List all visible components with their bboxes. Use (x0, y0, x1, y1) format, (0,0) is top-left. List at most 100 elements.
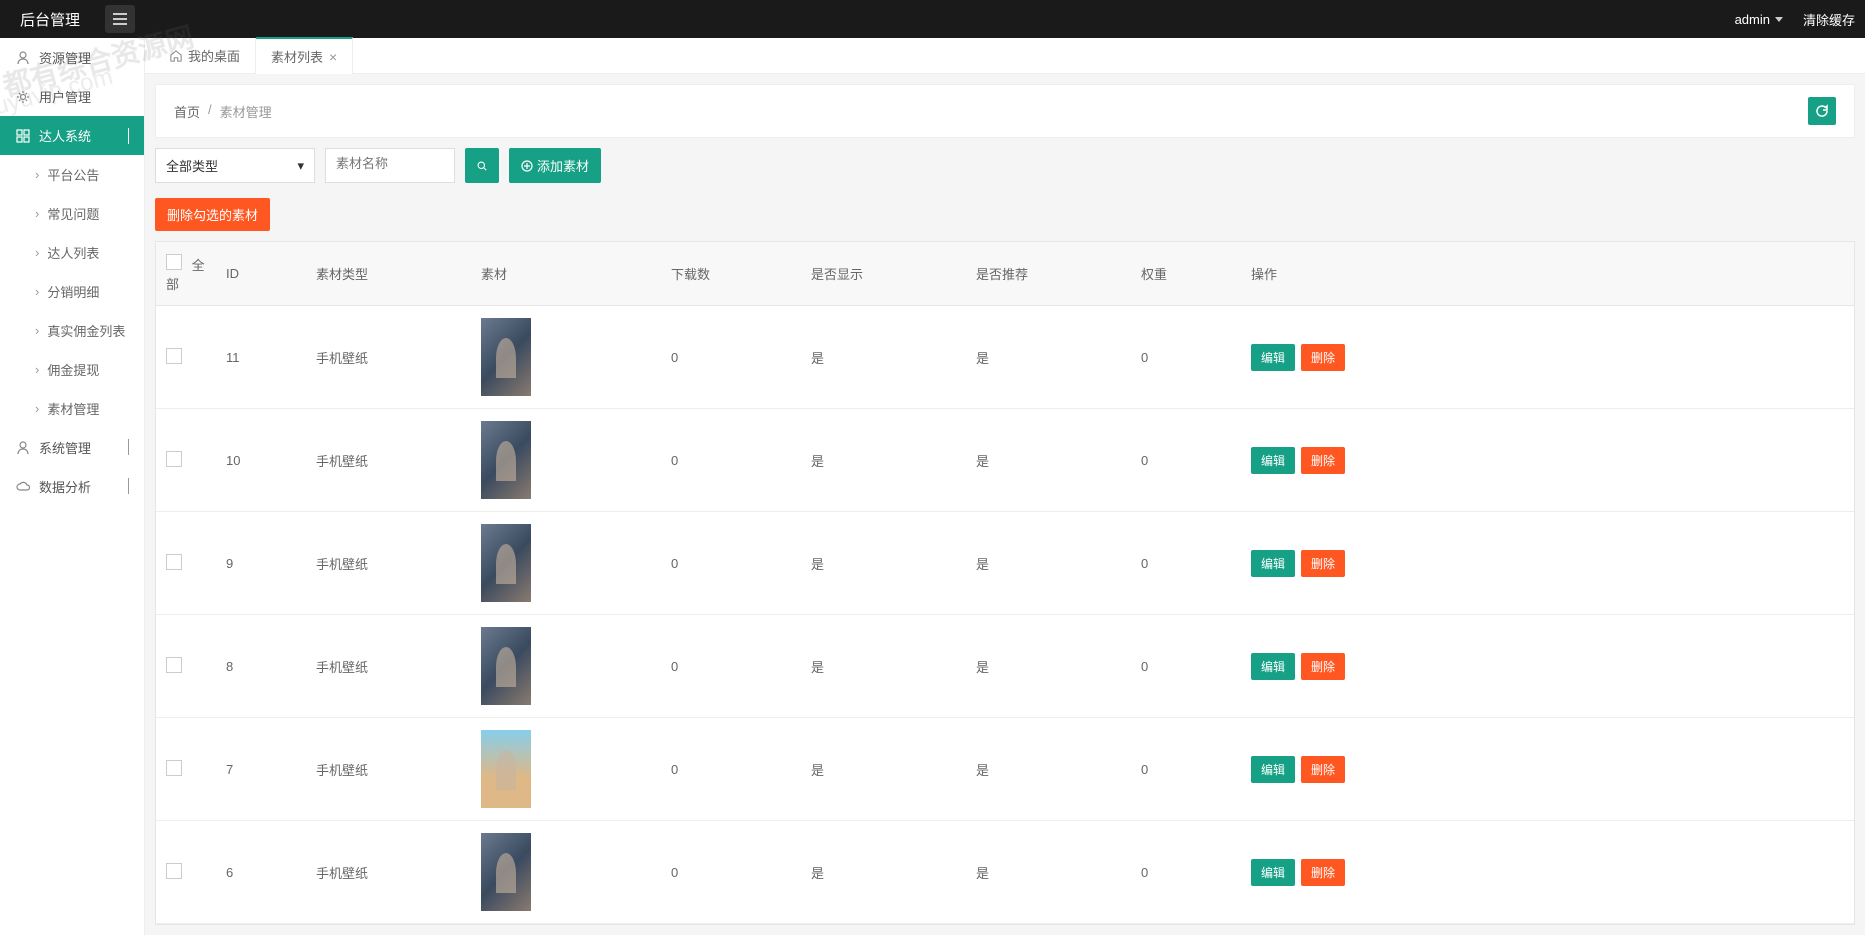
cell-actions: 编辑 删除 (1241, 821, 1854, 924)
app-title: 后台管理 (10, 9, 90, 30)
row-checkbox[interactable] (166, 554, 182, 570)
cell-downloads: 0 (661, 615, 801, 718)
sidebar-sub-commission[interactable]: 真实佣金列表 (0, 311, 144, 350)
clear-cache-link[interactable]: 清除缓存 (1803, 10, 1855, 29)
cell-weight: 0 (1131, 821, 1241, 924)
sidebar-sub-distribution[interactable]: 分销明细 (0, 272, 144, 311)
material-thumbnail[interactable] (481, 524, 531, 602)
sidebar-sub-announce[interactable]: 平台公告 (0, 155, 144, 194)
cell-downloads: 0 (661, 821, 801, 924)
material-thumbnail[interactable] (481, 421, 531, 499)
delete-button[interactable]: 删除 (1301, 447, 1345, 474)
cell-downloads: 0 (661, 409, 801, 512)
refresh-icon (1815, 104, 1829, 118)
select-all-checkbox[interactable] (166, 254, 182, 270)
refresh-button[interactable] (1808, 97, 1836, 125)
row-checkbox[interactable] (166, 451, 182, 467)
material-table: 全部 ID 素材类型 素材 下载数 是否显示 是否推荐 权重 操作 (156, 242, 1854, 924)
sidebar-sub-faq[interactable]: 常见问题 (0, 194, 144, 233)
close-icon[interactable]: × (329, 49, 337, 65)
button-label: 添加素材 (537, 156, 589, 175)
sidebar-label: 数据分析 (39, 477, 91, 496)
edit-button[interactable]: 编辑 (1251, 756, 1295, 783)
breadcrumb-home[interactable]: 首页 (174, 102, 200, 121)
main-content: 我的桌面 素材列表 × 首页 / 素材管理 全部类型 ▾ (145, 38, 1865, 935)
cell-thumb (471, 718, 661, 821)
sidebar-label: 资源管理 (39, 48, 91, 67)
delete-button[interactable]: 删除 (1301, 653, 1345, 680)
header-right: admin 清除缓存 (1735, 10, 1855, 29)
cell-thumb (471, 306, 661, 409)
menu-toggle-button[interactable] (105, 5, 135, 33)
grid-icon (15, 128, 31, 144)
search-input[interactable] (336, 156, 444, 171)
material-thumbnail[interactable] (481, 730, 531, 808)
tab-desktop[interactable]: 我的桌面 (155, 38, 256, 73)
cell-recommend: 是 (966, 306, 1131, 409)
cell-show: 是 (801, 512, 966, 615)
cell-show: 是 (801, 306, 966, 409)
delete-button[interactable]: 删除 (1301, 859, 1345, 886)
row-checkbox[interactable] (166, 760, 182, 776)
material-thumbnail[interactable] (481, 318, 531, 396)
tab-bar: 我的桌面 素材列表 × (145, 38, 1865, 74)
material-thumbnail[interactable] (481, 833, 531, 911)
hamburger-icon (113, 13, 127, 25)
sidebar-label: 系统管理 (39, 438, 91, 457)
table-row: 9 手机壁纸 0 是 是 0 编辑 删除 (156, 512, 1854, 615)
th-show: 是否显示 (801, 242, 966, 306)
sidebar-item-analytics[interactable]: 数据分析 (0, 467, 144, 506)
edit-button[interactable]: 编辑 (1251, 344, 1295, 371)
th-checkbox: 全部 (156, 242, 216, 306)
cell-actions: 编辑 删除 (1241, 409, 1854, 512)
sidebar-item-resource[interactable]: 资源管理 (0, 38, 144, 77)
sidebar-sub-talent-list[interactable]: 达人列表 (0, 233, 144, 272)
tab-material-list[interactable]: 素材列表 × (256, 37, 353, 74)
th-recommend: 是否推荐 (966, 242, 1131, 306)
sidebar-sub-material[interactable]: 素材管理 (0, 389, 144, 428)
user-menu[interactable]: admin (1735, 12, 1783, 27)
cell-show: 是 (801, 409, 966, 512)
delete-selected-wrap: 删除勾选的素材 (155, 198, 1855, 231)
delete-selected-button[interactable]: 删除勾选的素材 (155, 198, 270, 231)
th-type: 素材类型 (306, 242, 471, 306)
select-value: 全部类型 (166, 156, 218, 175)
cell-type: 手机壁纸 (306, 718, 471, 821)
row-checkbox[interactable] (166, 657, 182, 673)
breadcrumb-current: 素材管理 (220, 102, 272, 121)
cell-id: 9 (216, 512, 306, 615)
row-checkbox[interactable] (166, 348, 182, 364)
gear-icon (15, 89, 31, 105)
sidebar-item-system[interactable]: 系统管理 (0, 428, 144, 467)
tab-label: 我的桌面 (188, 46, 240, 65)
cell-actions: 编辑 删除 (1241, 718, 1854, 821)
delete-button[interactable]: 删除 (1301, 756, 1345, 783)
cell-weight: 0 (1131, 512, 1241, 615)
cell-id: 10 (216, 409, 306, 512)
search-button[interactable] (465, 148, 499, 183)
sidebar-item-talent[interactable]: 达人系统 (0, 116, 144, 155)
sidebar-sub-withdraw[interactable]: 佣金提现 (0, 350, 144, 389)
edit-button[interactable]: 编辑 (1251, 859, 1295, 886)
edit-button[interactable]: 编辑 (1251, 653, 1295, 680)
delete-button[interactable]: 删除 (1301, 344, 1345, 371)
table-row: 11 手机壁纸 0 是 是 0 编辑 删除 (156, 306, 1854, 409)
row-checkbox[interactable] (166, 863, 182, 879)
delete-button[interactable]: 删除 (1301, 550, 1345, 577)
type-select[interactable]: 全部类型 ▾ (155, 148, 315, 183)
edit-button[interactable]: 编辑 (1251, 550, 1295, 577)
cell-id: 8 (216, 615, 306, 718)
add-material-button[interactable]: 添加素材 (509, 148, 601, 183)
material-thumbnail[interactable] (481, 627, 531, 705)
table-header-row: 全部 ID 素材类型 素材 下载数 是否显示 是否推荐 权重 操作 (156, 242, 1854, 306)
th-material: 素材 (471, 242, 661, 306)
edit-button[interactable]: 编辑 (1251, 447, 1295, 474)
cell-show: 是 (801, 821, 966, 924)
cell-thumb (471, 512, 661, 615)
cell-id: 7 (216, 718, 306, 821)
sidebar-item-users[interactable]: 用户管理 (0, 77, 144, 116)
breadcrumb-bar: 首页 / 素材管理 (155, 84, 1855, 138)
cell-actions: 编辑 删除 (1241, 615, 1854, 718)
cell-recommend: 是 (966, 615, 1131, 718)
cell-weight: 0 (1131, 718, 1241, 821)
